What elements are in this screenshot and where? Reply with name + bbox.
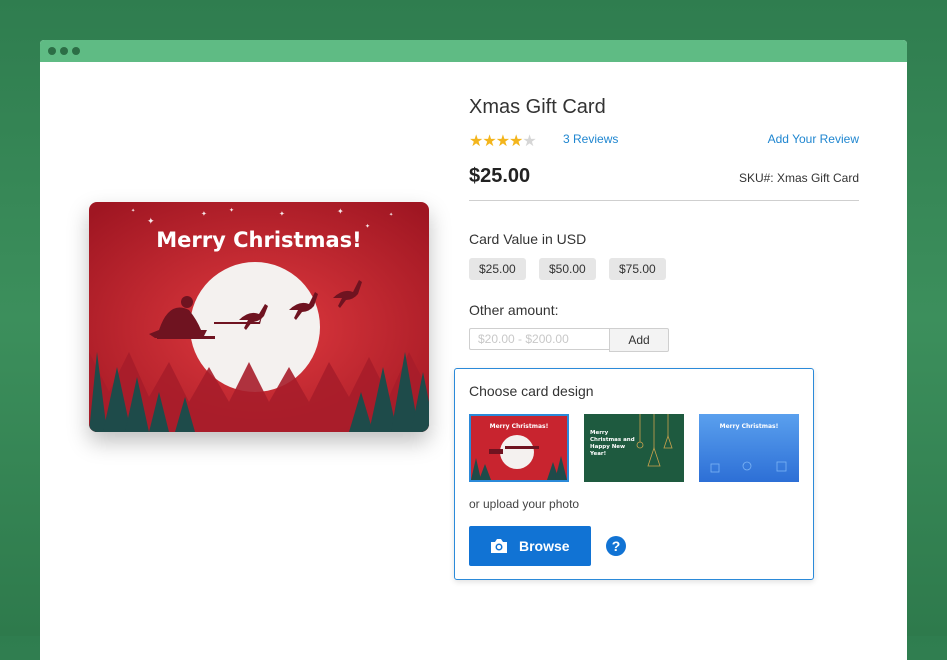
thumbnail-text: Merry Christmas! xyxy=(490,423,549,430)
value-option-25[interactable]: $25.00 xyxy=(469,258,526,280)
browse-button[interactable]: Browse xyxy=(469,526,591,566)
star-filled-icon: ★ xyxy=(509,133,523,150)
svg-text:✦: ✦ xyxy=(389,212,393,218)
other-amount-input[interactable] xyxy=(469,328,609,350)
star-filled-icon: ★ xyxy=(469,133,483,150)
window-dot-icon[interactable] xyxy=(72,47,80,55)
svg-text:✦: ✦ xyxy=(229,207,234,214)
star-empty-icon: ★ xyxy=(522,133,536,150)
svg-text:✦: ✦ xyxy=(201,210,207,218)
window-dot-icon[interactable] xyxy=(60,47,68,55)
product-title: Xmas Gift Card xyxy=(469,96,606,118)
design-thumbnail-blue[interactable]: Merry Christmas! xyxy=(699,414,799,482)
rating-stars: ★★★★★ xyxy=(469,131,537,151)
svg-text:✦: ✦ xyxy=(147,216,155,226)
svg-text:✦: ✦ xyxy=(337,207,344,216)
divider xyxy=(469,200,859,201)
svg-text:✦: ✦ xyxy=(131,208,135,214)
reviews-link[interactable]: 3 Reviews xyxy=(563,132,618,146)
card-value-label: Card Value in USD xyxy=(469,231,587,247)
question-icon[interactable]: ? xyxy=(606,536,626,556)
thumbnail-text: Merry Christmas and Happy New Year! xyxy=(590,430,635,457)
thumbnail-text: Merry Christmas! xyxy=(720,423,779,430)
product-sku: SKU#: Xmas Gift Card xyxy=(738,171,859,185)
value-option-50[interactable]: $50.00 xyxy=(539,258,596,280)
camera-icon xyxy=(489,538,509,557)
other-amount-label: Other amount: xyxy=(469,302,559,318)
browser-window: ✦ ✦ ✦ ✦ ✦ ✦ ✦ ✦ Merry Christmas! Xmas Gi… xyxy=(40,40,907,660)
gift-card-preview: ✦ ✦ ✦ ✦ ✦ ✦ ✦ ✦ Merry Christmas! xyxy=(89,202,429,432)
star-filled-icon: ★ xyxy=(482,133,496,150)
svg-text:✦: ✦ xyxy=(279,210,285,218)
upload-photo-text: or upload your photo xyxy=(469,497,580,511)
svg-text:✦: ✦ xyxy=(365,223,370,230)
star-filled-icon: ★ xyxy=(495,133,510,150)
design-thumbnail-red[interactable]: Merry Christmas! xyxy=(469,414,569,482)
add-amount-button[interactable]: Add xyxy=(609,328,669,352)
value-option-75[interactable]: $75.00 xyxy=(609,258,666,280)
design-thumbnail-green[interactable]: Merry Christmas and Happy New Year! xyxy=(584,414,684,482)
window-titlebar xyxy=(40,40,907,62)
design-panel-title: Choose card design xyxy=(469,383,594,399)
window-dot-icon[interactable] xyxy=(48,47,56,55)
product-price: $25.00 xyxy=(469,165,531,187)
browse-label: Browse xyxy=(519,538,570,554)
hero-card-text: Merry Christmas! xyxy=(156,228,361,252)
add-review-link[interactable]: Add Your Review xyxy=(768,132,859,146)
card-design-panel: Choose card design Merry Christmas! Merr… xyxy=(454,368,814,580)
